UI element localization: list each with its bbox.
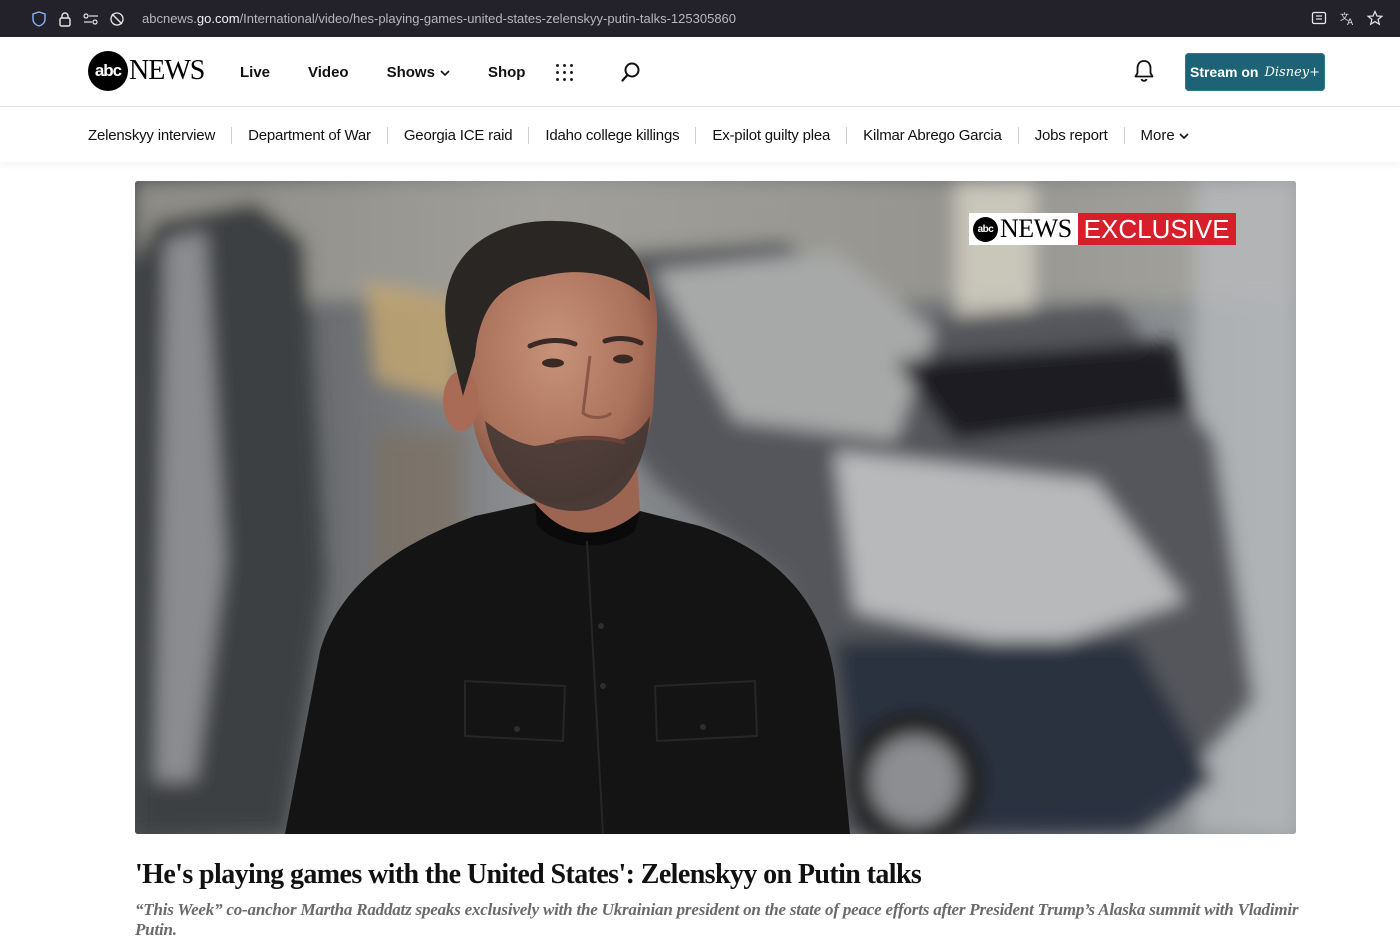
shield-icon[interactable] [30,10,48,28]
news-logo-text: NEWS [129,55,205,86]
trending-item[interactable]: Zelenskyy interview [88,126,233,144]
trending-item[interactable]: Ex-pilot guilty plea [712,126,848,144]
browser-url-bar[interactable]: abcnews.go.com/International/video/hes-p… [0,0,1400,37]
badge-exclusive-text: EXCLUSIVE [1077,213,1236,245]
trending-item[interactable]: Kilmar Abrego Garcia [863,126,1019,144]
trending-item[interactable]: Jobs report [1035,126,1125,144]
svg-text:A: A [1347,18,1354,26]
translate-icon[interactable]: 文A [1338,9,1356,27]
trending-more-button[interactable]: More [1141,127,1189,144]
trending-item[interactable]: Georgia ICE raid [404,126,530,144]
chevron-down-icon [440,64,450,81]
nav-shows[interactable]: Shows [387,64,450,81]
nav-video[interactable]: Video [308,64,349,81]
chevron-down-icon [1179,127,1189,144]
badge-news-text: NEWS [1000,214,1072,243]
url-text[interactable]: abcnews.go.com/International/video/hes-p… [142,11,736,26]
notification-bell-icon[interactable] [1132,58,1156,89]
autoplay-blocked-icon[interactable] [108,10,126,28]
abc-logo-circle: abc [88,51,128,91]
abc-news-exclusive-badge: abc NEWS EXCLUSIVE [969,213,1236,245]
video-frame-image [135,181,1296,834]
permissions-icon[interactable] [82,10,100,28]
trending-item[interactable]: Department of War [248,126,388,144]
video-player[interactable]: abc NEWS EXCLUSIVE [135,181,1296,834]
video-description: “This Week” co-anchor Martha Raddatz spe… [135,900,1299,939]
apps-grid-icon[interactable] [556,64,574,82]
nav-shop[interactable]: Shop [488,64,526,81]
main-nav: Live Video Shows Shop [240,37,563,107]
abc-news-logo[interactable]: abc NEWS [88,51,205,91]
disney-plus-logo: Disney+ [1264,64,1321,80]
site-header: abc NEWS Live Video Shows Shop Stream on… [0,37,1400,107]
reader-view-icon[interactable] [1310,9,1328,27]
lock-icon[interactable] [56,10,74,28]
stream-on-disney-button[interactable]: Stream on Disney+ [1185,53,1325,91]
search-icon[interactable] [620,61,642,88]
video-headline: 'He's playing games with the United Stat… [135,859,922,890]
bookmark-star-icon[interactable] [1366,9,1384,27]
trending-bar: Zelenskyy interview Department of War Ge… [0,108,1400,162]
badge-abc-circle: abc [973,216,998,242]
nav-live[interactable]: Live [240,64,270,81]
trending-item[interactable]: Idaho college killings [545,126,697,144]
